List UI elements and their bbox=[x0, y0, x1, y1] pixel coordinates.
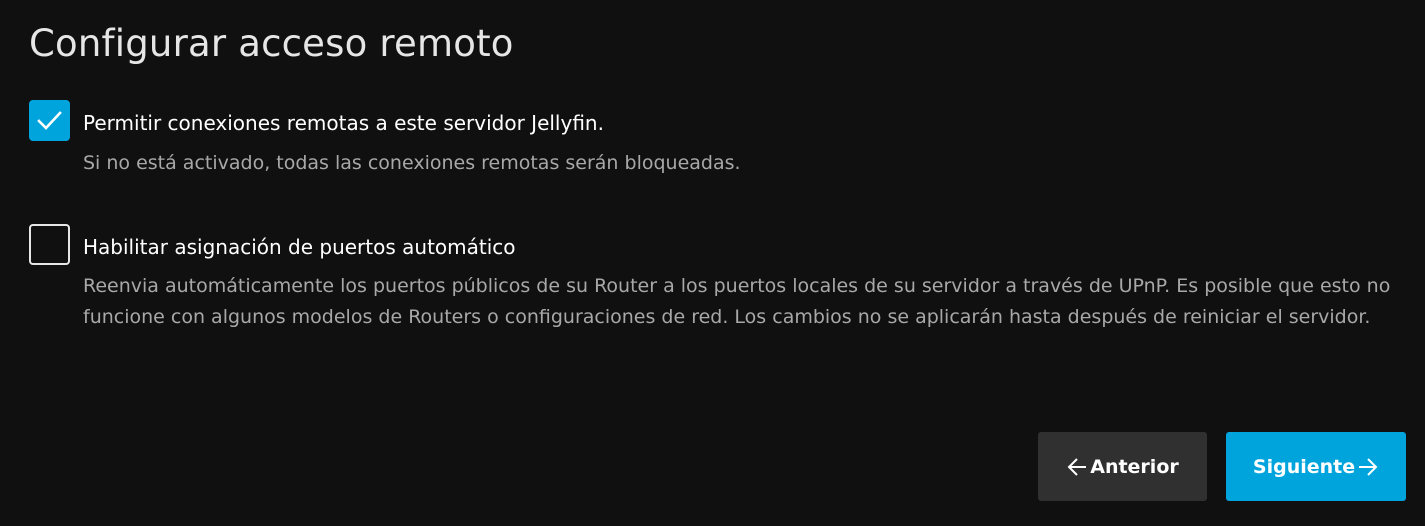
page-title: Configurar acceso remoto bbox=[29, 22, 514, 65]
port-mapping-description: Reenvia automáticamente los puertos públ… bbox=[83, 275, 1391, 328]
port-mapping-label[interactable]: Habilitar asignación de puertos automáti… bbox=[83, 233, 516, 261]
arrow-left-icon bbox=[1067, 457, 1087, 476]
previous-button[interactable]: Anterior bbox=[1038, 432, 1207, 501]
allow-remote-label[interactable]: Permitir conexiones remotas a este servi… bbox=[83, 109, 604, 137]
allow-remote-description: Si no está activado, todas las conexione… bbox=[83, 152, 741, 174]
allow-remote-checkbox[interactable] bbox=[29, 100, 70, 141]
previous-button-label: Anterior bbox=[1090, 455, 1179, 478]
arrow-right-icon bbox=[1359, 457, 1378, 476]
remote-access-page: Configurar acceso remoto Permitir conexi… bbox=[0, 0, 1425, 526]
next-button[interactable]: Siguiente bbox=[1226, 432, 1406, 501]
port-mapping-checkbox[interactable] bbox=[29, 224, 70, 265]
checkmark-icon bbox=[37, 111, 62, 130]
next-button-label: Siguiente bbox=[1252, 455, 1356, 478]
